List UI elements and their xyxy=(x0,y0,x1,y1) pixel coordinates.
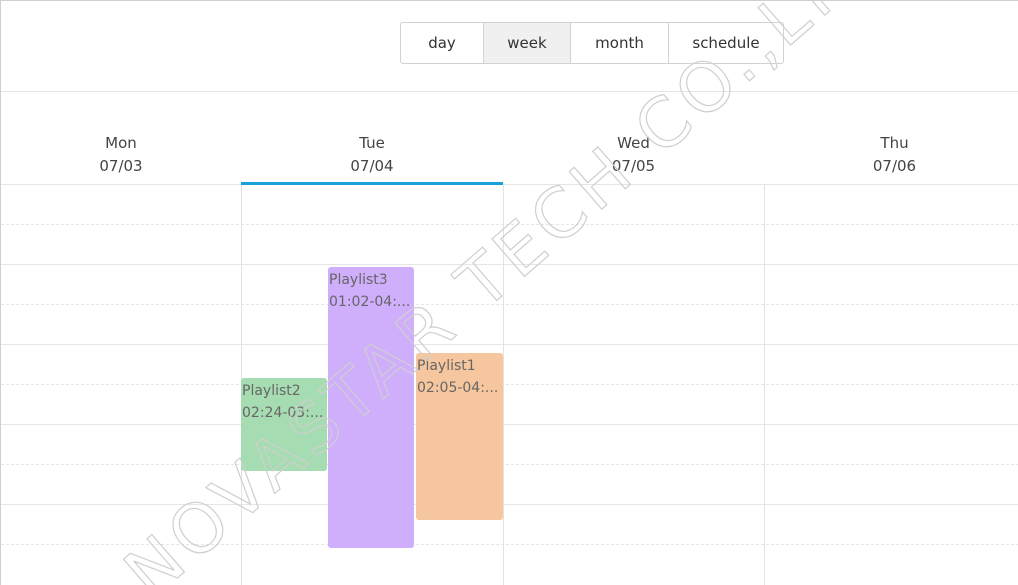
day-date: 07/03 xyxy=(99,157,143,175)
day-date: 07/06 xyxy=(872,157,917,175)
view-week-button[interactable]: week xyxy=(484,23,571,63)
day-header-thu[interactable]: Thu 07/06 xyxy=(764,132,1018,178)
grid-half-hour-line xyxy=(1,384,1018,385)
selected-day-indicator xyxy=(241,182,503,185)
watermark: NOVASTAR TECH CO.,LTD xyxy=(110,1,904,585)
toolbar-divider xyxy=(1,91,1018,92)
event-time: 02:05-04:... xyxy=(417,380,499,396)
event-time: 02:24-03:... xyxy=(242,405,324,421)
event-playlist1[interactable]: Playlist1 02:05-04:... xyxy=(416,353,503,520)
view-month-button[interactable]: month xyxy=(571,23,669,63)
event-title: Playlist1 xyxy=(417,358,476,374)
header-bottom-border xyxy=(1,184,1018,185)
day-column-divider xyxy=(764,185,765,585)
watermark-text: NOVASTAR TECH CO.,LTD xyxy=(110,1,902,585)
day-name: Tue xyxy=(359,134,385,152)
day-name: Wed xyxy=(617,134,650,152)
day-header-tue[interactable]: Tue 07/04 xyxy=(241,132,503,178)
calendar-frame: day week month schedule Mon 07/03 Tue 07… xyxy=(0,0,1018,585)
view-schedule-button[interactable]: schedule xyxy=(669,23,783,63)
view-switcher: day week month schedule xyxy=(400,22,784,64)
grid-hour-line xyxy=(1,504,1018,505)
event-playlist3[interactable]: Playlist3 01:02-04:... xyxy=(328,267,414,548)
grid-half-hour-line xyxy=(1,544,1018,545)
event-title: Playlist3 xyxy=(329,272,388,288)
grid-half-hour-line xyxy=(1,304,1018,305)
event-playlist2[interactable]: Playlist2 02:24-03:... xyxy=(241,378,327,471)
day-column-divider xyxy=(503,185,504,585)
event-title: Playlist2 xyxy=(242,383,301,399)
event-time: 01:02-04:... xyxy=(329,294,411,310)
grid-half-hour-line xyxy=(1,464,1018,465)
day-date: 07/04 xyxy=(350,157,394,175)
grid-hour-line xyxy=(1,424,1018,425)
grid-half-hour-line xyxy=(1,224,1018,225)
day-name: Thu xyxy=(880,134,909,152)
day-header-mon[interactable]: Mon 07/03 xyxy=(1,132,241,178)
day-name: Mon xyxy=(105,134,137,152)
day-header-wed[interactable]: Wed 07/05 xyxy=(503,132,764,178)
day-date: 07/05 xyxy=(611,157,656,175)
grid-hour-line xyxy=(1,344,1018,345)
grid-hour-line xyxy=(1,264,1018,265)
view-day-button[interactable]: day xyxy=(401,23,484,63)
